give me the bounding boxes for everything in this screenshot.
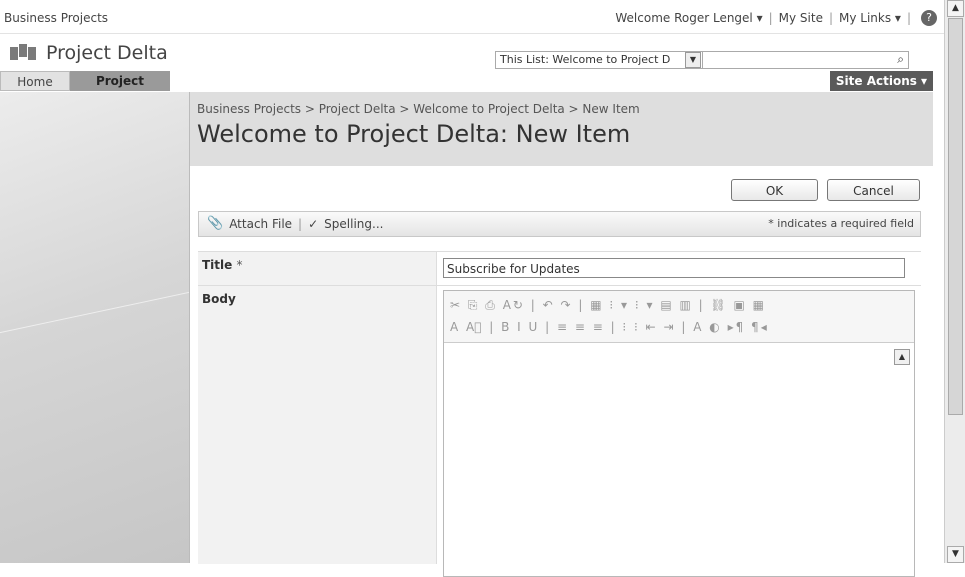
form-toolbar: 📎 Attach File | ✓ Spelling... * indicate… — [198, 211, 921, 237]
search-icon[interactable]: ⌕ — [897, 52, 904, 67]
breadcrumb[interactable]: Business Projects > Project Delta > Welc… — [197, 102, 640, 116]
search-scope-value: This List: Welcome to Project D — [500, 53, 671, 66]
paperclip-icon: 📎 — [207, 216, 224, 231]
body-rich-text-editor[interactable]: ✂ ⎘ ⎙ A↻ | ↶ ↷ | ▦ ⁝ ▾ ⁝ ▾ ▤ ▥ | ⛓ ▣ ▦ A… — [443, 290, 915, 577]
page-title: Welcome to Project Delta: New Item — [197, 120, 631, 148]
site-name-link[interactable]: Business Projects — [4, 11, 108, 25]
rte-toolbar-row-2[interactable]: A A⃞ | B I U | ≡ ≡ ≡ | ⁝ ⁝ ⇤ ⇥ | A ◐ ▸¶ … — [450, 316, 908, 338]
scroll-up-icon[interactable]: ▲ — [947, 0, 964, 17]
attach-file-button[interactable]: Attach File — [229, 217, 292, 231]
search-area: This List: Welcome to Project D ▼ ⌕ — [495, 51, 909, 69]
separator: | — [828, 11, 834, 25]
my-links-menu[interactable]: My Links ▾ — [839, 11, 901, 25]
help-icon[interactable]: ? — [921, 10, 937, 26]
title-label: Title * — [198, 252, 437, 286]
scroll-down-icon[interactable]: ▼ — [947, 546, 964, 563]
site-logo[interactable]: Project Delta — [10, 42, 168, 64]
scrollbar-thumb[interactable] — [948, 18, 963, 415]
rte-toolbar-row-1[interactable]: ✂ ⎘ ⎙ A↻ | ↶ ↷ | ▦ ⁝ ▾ ⁝ ▾ ▤ ▥ | ⛓ ▣ ▦ — [450, 294, 908, 316]
body-row: Body ✂ ⎘ ⎙ A↻ | ↶ ↷ | ▦ ⁝ ▾ ⁝ ▾ ▤ ▥ | ⛓ … — [198, 285, 921, 577]
spellcheck-icon: ✓ — [308, 216, 319, 231]
decorative-swoosh — [0, 291, 189, 424]
rte-toolbar: ✂ ⎘ ⎙ A↻ | ↶ ↷ | ▦ ⁝ ▾ ⁝ ▾ ▤ ▥ | ⛓ ▣ ▦ A… — [444, 291, 914, 343]
separator: | — [298, 216, 303, 231]
title-row: Title * Subscribe for Updates — [198, 251, 921, 286]
top-bar: Business Projects Welcome Roger Lengel ▾… — [0, 0, 945, 34]
welcome-menu[interactable]: Welcome Roger Lengel ▾ — [615, 11, 762, 25]
ok-button[interactable]: OK — [731, 179, 818, 201]
tab-project-delta[interactable]: Project Delta — [70, 71, 170, 108]
title-input[interactable]: Subscribe for Updates — [443, 258, 905, 278]
search-scope-select[interactable]: This List: Welcome to Project D ▼ — [495, 51, 703, 69]
site-actions-menu[interactable]: Site Actions ▾ — [830, 71, 933, 91]
site-title: Project Delta — [46, 42, 168, 64]
page-title-area: Business Projects > Project Delta > Welc… — [190, 92, 933, 167]
required-field-note: * indicates a required field — [768, 217, 914, 230]
logo-icon — [10, 44, 38, 62]
required-mark: * — [236, 258, 243, 272]
my-site-link[interactable]: My Site — [779, 11, 823, 25]
chevron-down-icon[interactable]: ▼ — [685, 52, 701, 68]
spelling-button[interactable]: Spelling... — [324, 217, 383, 231]
user-menu-area: Welcome Roger Lengel ▾ | My Site | My Li… — [615, 10, 937, 26]
form-content: OK Cancel 📎 Attach File | ✓ Spelling... … — [190, 166, 933, 577]
separator: | — [768, 11, 773, 25]
window-scrollbar[interactable]: ▲ ▼ — [944, 0, 965, 563]
cancel-button[interactable]: Cancel — [827, 179, 920, 201]
body-label: Body — [198, 286, 437, 564]
top-nav: Home Project Delta Site Actions ▾ — [0, 71, 945, 108]
toolbar-actions: 📎 Attach File | ✓ Spelling... — [207, 216, 383, 231]
separator: | — [906, 11, 911, 25]
left-nav-panel — [0, 92, 190, 563]
scroll-up-icon[interactable]: ▲ — [894, 349, 910, 365]
search-input[interactable]: ⌕ — [703, 51, 909, 69]
title-label-text: Title — [202, 258, 233, 272]
tab-home[interactable]: Home — [0, 71, 70, 91]
